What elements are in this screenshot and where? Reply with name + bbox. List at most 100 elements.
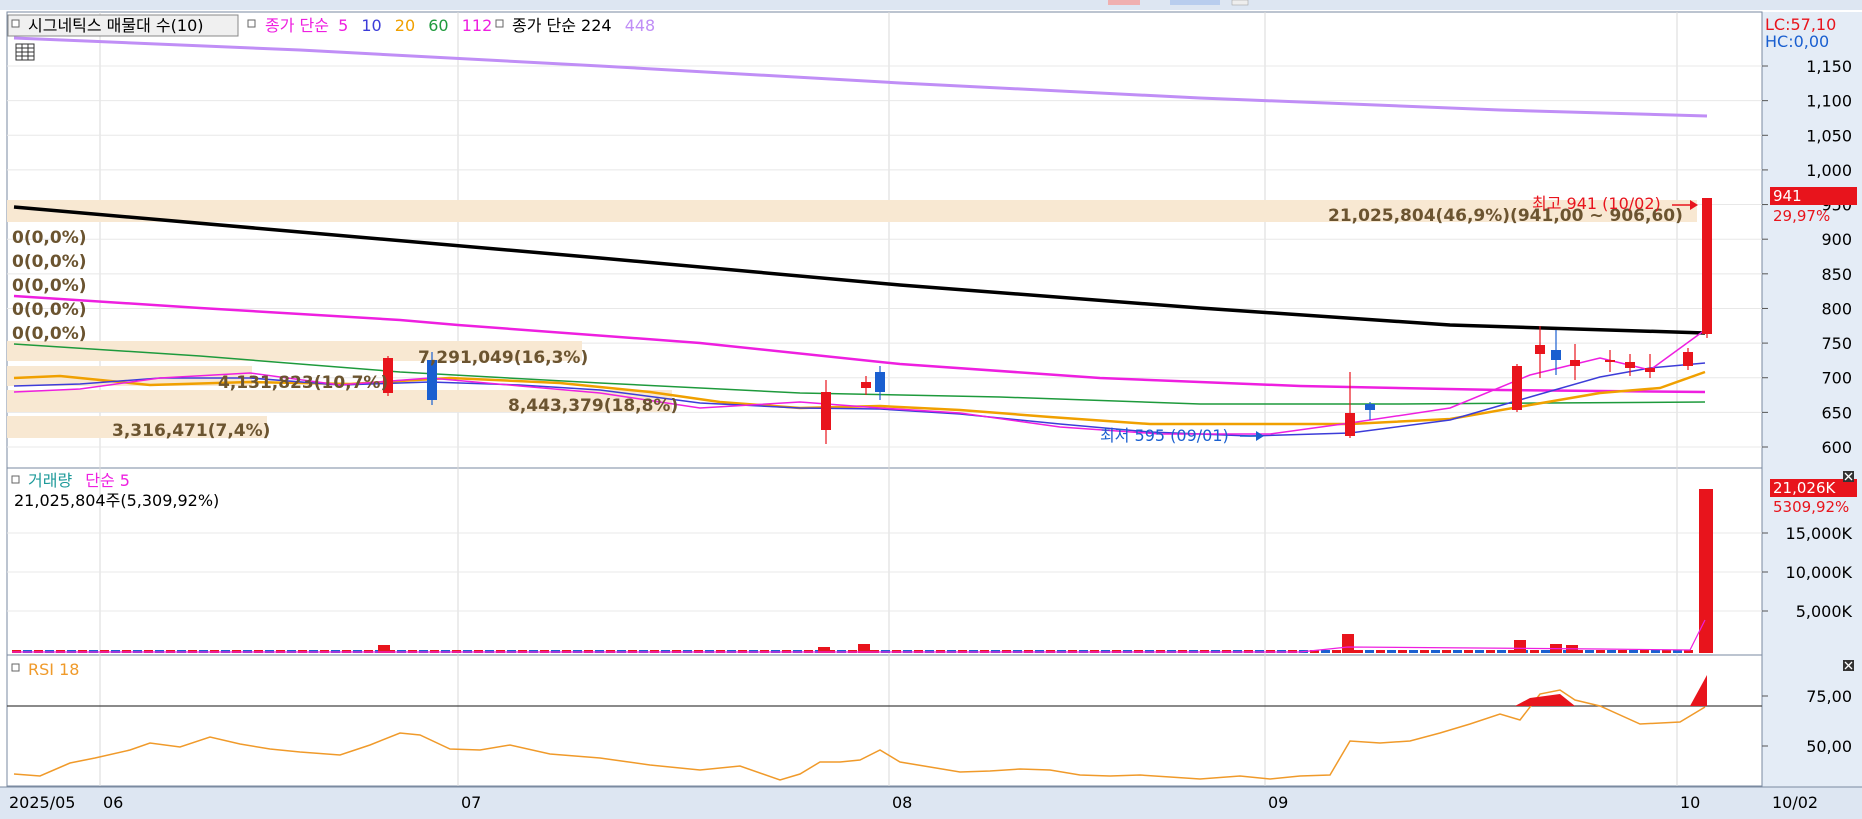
volume-bar bbox=[1618, 650, 1627, 653]
zero-level-label: 0(0,0%) bbox=[12, 276, 87, 296]
volume-panel-frame bbox=[6, 467, 1763, 656]
zero-level-label: 0(0,0%) bbox=[12, 228, 87, 248]
rsi-overbought-fill-current bbox=[1690, 675, 1707, 706]
legend-square-icon[interactable] bbox=[11, 475, 20, 484]
price-tick-label: 900 bbox=[1821, 230, 1852, 249]
ma448-label: 448 bbox=[625, 16, 656, 35]
volume-bar bbox=[1387, 650, 1396, 653]
volume-bar bbox=[1321, 650, 1330, 653]
ma-period-112: 112 bbox=[462, 16, 493, 35]
price-tick-label: 1,150 bbox=[1806, 57, 1852, 76]
candle-body bbox=[1702, 198, 1712, 334]
candle-body bbox=[1365, 404, 1375, 410]
price-tick-label: 1,100 bbox=[1806, 92, 1852, 111]
candle-body bbox=[1570, 360, 1580, 366]
x-label: 07 bbox=[461, 793, 481, 812]
x-label: 10 bbox=[1680, 793, 1700, 812]
legend-square-icon[interactable] bbox=[247, 19, 256, 28]
volume-bar bbox=[1651, 650, 1660, 653]
volume-bar bbox=[1442, 650, 1451, 653]
x-last-date: 10/02 bbox=[1772, 793, 1818, 812]
volume-bar bbox=[1486, 650, 1495, 653]
rsi-overbought-fill bbox=[1515, 694, 1575, 706]
current-volume-pct: 5309,92% bbox=[1773, 498, 1849, 516]
price-tick-label: 750 bbox=[1821, 334, 1852, 353]
low-arrow-icon bbox=[1256, 431, 1264, 441]
rsi-series bbox=[13, 675, 1707, 781]
profile-label-b: 4,131,823(10,7%) bbox=[218, 373, 388, 393]
x-label: 09 bbox=[1268, 793, 1288, 812]
volume-bar bbox=[1420, 650, 1429, 653]
candle-body bbox=[875, 372, 885, 392]
rsi-tick-label: 75,00 bbox=[1806, 687, 1852, 706]
toolbar-button-blue[interactable] bbox=[1170, 0, 1220, 5]
x-label: 06 bbox=[103, 793, 123, 812]
volume-title: 거래량 bbox=[28, 471, 72, 490]
price-tick-label: 850 bbox=[1821, 265, 1852, 284]
ma-period-5: 5 bbox=[338, 16, 348, 35]
volume-bar bbox=[1497, 650, 1506, 653]
current-price: 941 bbox=[1773, 187, 1802, 205]
zero-level-label: 0(0,0%) bbox=[12, 324, 87, 344]
profile-label-d: 3,316,471(7,4%) bbox=[112, 421, 270, 441]
profile-label-a: 7,291,049(16,3%) bbox=[418, 348, 588, 368]
candle-body bbox=[1625, 362, 1635, 368]
legend-square-icon[interactable] bbox=[495, 19, 504, 28]
toolbar-button-red[interactable] bbox=[1108, 0, 1140, 5]
volume-tick-label: 15,000K bbox=[1786, 524, 1853, 543]
x-label: 2025/05 bbox=[9, 793, 75, 812]
price-tick-label: 1,000 bbox=[1806, 161, 1852, 180]
high-marker: 최고 941 (10/02) bbox=[1532, 194, 1661, 213]
volume-bar bbox=[1431, 650, 1440, 653]
volume-bar bbox=[1596, 650, 1605, 653]
stock-chart[interactable]: 1,1501,1001,0501,00095090085080075070065… bbox=[0, 0, 1862, 819]
hc-label: HC:0,00 bbox=[1765, 32, 1829, 51]
volume-bar bbox=[1514, 640, 1526, 653]
profile-label-c: 8,443,379(18,8%) bbox=[508, 396, 678, 416]
zero-level-label: 0(0,0%) bbox=[12, 252, 87, 272]
volume-bar bbox=[1409, 650, 1418, 653]
candle-body bbox=[1551, 350, 1561, 360]
volume-bar bbox=[1629, 650, 1638, 653]
price-tick-label: 650 bbox=[1821, 403, 1852, 422]
volume-bar bbox=[1376, 650, 1385, 653]
rsi-tick-label: 50,00 bbox=[1806, 737, 1852, 756]
svg-text:거래량 단순 5: 거래량 단순 5 bbox=[28, 471, 130, 490]
rsi-title: RSI 18 bbox=[28, 660, 79, 679]
volume-profile bbox=[7, 200, 1697, 438]
legend-square-icon[interactable] bbox=[11, 663, 20, 672]
ma-period-10: 10 bbox=[361, 16, 381, 35]
volume-bar bbox=[1585, 650, 1594, 653]
candle-body bbox=[821, 392, 831, 430]
ma-period-20: 20 bbox=[395, 16, 415, 35]
volume-bar bbox=[1640, 650, 1649, 653]
rsi-close-icon[interactable] bbox=[1843, 660, 1854, 671]
rsi-panel-frame bbox=[6, 654, 1763, 787]
candle-body bbox=[1345, 413, 1355, 436]
volume-tick-label: 10,000K bbox=[1786, 563, 1853, 582]
price-tick-label: 800 bbox=[1821, 299, 1852, 318]
volume-close-icon[interactable] bbox=[1843, 471, 1854, 482]
ma-period-60: 60 bbox=[428, 16, 448, 35]
rsi-line bbox=[13, 689, 1706, 781]
volume-bar bbox=[1398, 650, 1407, 653]
volume-bar bbox=[1453, 650, 1462, 653]
volume-bar bbox=[1662, 650, 1671, 653]
volume-bar bbox=[1530, 650, 1539, 653]
volume-bar bbox=[1541, 650, 1550, 653]
data-table-icon[interactable] bbox=[15, 43, 35, 61]
candle-body bbox=[1512, 366, 1522, 410]
x-label: 08 bbox=[892, 793, 912, 812]
x-axis-strip bbox=[0, 787, 1862, 819]
volume-bars bbox=[12, 489, 1713, 653]
price-tick-label: 600 bbox=[1821, 438, 1852, 457]
candle-body bbox=[1535, 345, 1545, 354]
legend-square-icon[interactable] bbox=[11, 19, 20, 28]
candle-body bbox=[1605, 360, 1615, 362]
toolbar-button-gray[interactable] bbox=[1231, 0, 1249, 6]
price-tick-label: 1,050 bbox=[1806, 126, 1852, 145]
indicator-title: 시그네틱스 매물대 수(10) bbox=[28, 16, 204, 35]
volume-bar bbox=[1354, 650, 1363, 653]
volume-ma-label: 단순 5 bbox=[85, 471, 130, 490]
current-volume: 21,026K bbox=[1773, 479, 1836, 497]
